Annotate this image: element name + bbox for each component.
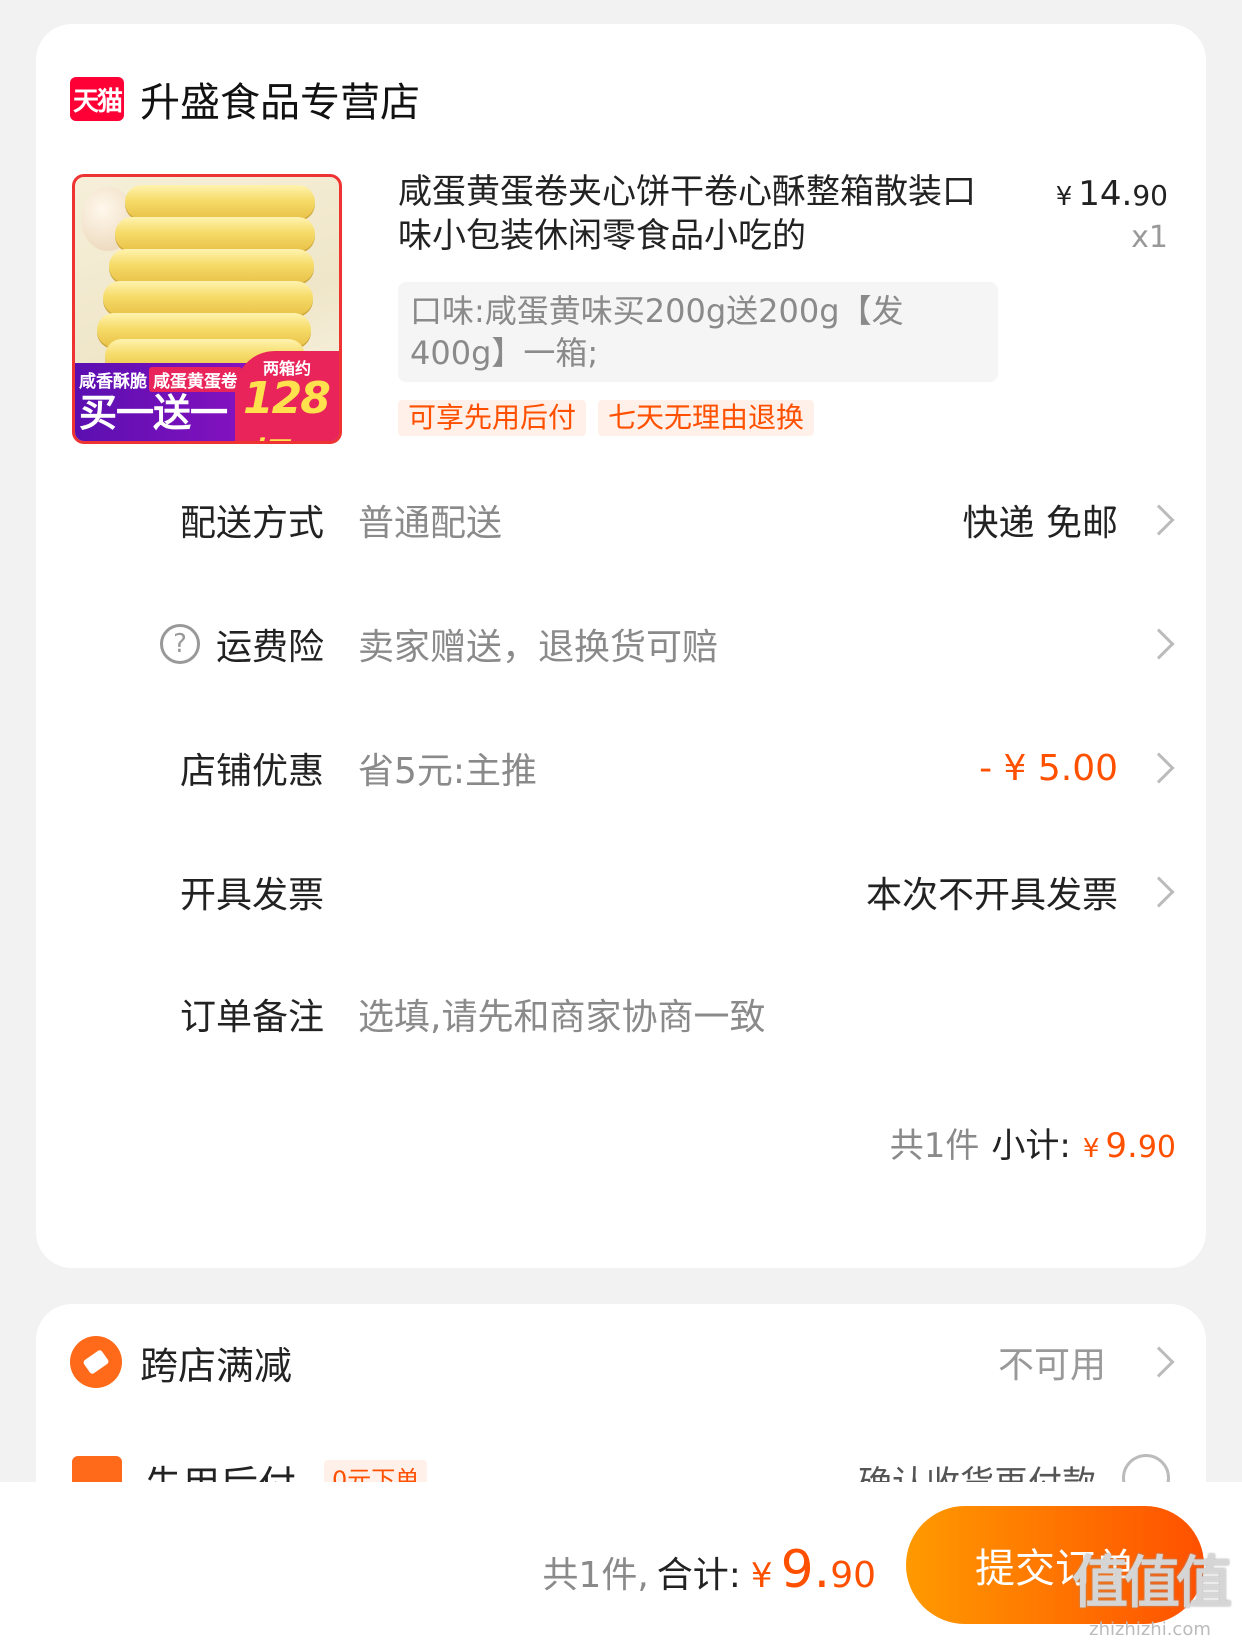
store-name[interactable]: 升盛食品专营店 [140, 70, 420, 128]
badge-number: 128根 [243, 373, 331, 441]
invoice-value: 本次不开具发票 [865, 875, 1118, 916]
tmall-logo: 天猫 [70, 77, 124, 121]
store-header[interactable]: 天猫 升盛食品专营店 [70, 70, 420, 128]
subtotal-count: 共1件 [889, 1126, 980, 1166]
product-thumbnail[interactable]: 咸香酥脆 咸蛋黄蛋卷 买一送一 两箱约 128根 [72, 174, 342, 444]
help-icon[interactable]: ? [159, 624, 200, 664]
price-decimal: 90 [1132, 179, 1168, 212]
discount-value: 省5元:主推 [358, 751, 538, 792]
invoice-label: 开具发票 [179, 875, 324, 916]
subtotal-integer: 9. [1105, 1126, 1138, 1166]
price-integer: 14. [1078, 174, 1133, 214]
delivery-method: 快递 免邮 [962, 503, 1118, 544]
store-discount-row[interactable]: 店铺优惠 省5元:主推 - ¥ 5.00 [36, 738, 1206, 798]
discount-amount: - ¥ 5.00 [979, 747, 1118, 789]
insurance-value: 卖家赠送，退换货可赔 [358, 627, 719, 668]
egg-roll-graphic [125, 185, 315, 219]
note-input[interactable]: 选填,请先和商家协商一致 [358, 988, 765, 1040]
cross-store-label: 跨店满减 [140, 1343, 293, 1388]
egg-roll-graphic [103, 281, 313, 315]
store-subtotal: 共1件 小计: ¥9.90 [890, 1118, 1176, 1167]
service-tags: 可享先用后付 七天无理由退换 [398, 400, 826, 436]
shipping-insurance-row[interactable]: ? 运费险 卖家赠送，退换货可赔 [36, 614, 1206, 674]
chevron-right-icon [1143, 1346, 1175, 1378]
total-count: 共1件, [542, 1555, 649, 1596]
discount-label: 店铺优惠 [179, 751, 324, 792]
egg-roll-graphic [109, 249, 314, 283]
chevron-right-icon [1143, 628, 1175, 660]
delivery-label: 配送方式 [179, 503, 324, 544]
coupon-icon [70, 1336, 122, 1388]
checkout-bar: 共1件, 合计: ¥9.90 提交订单 值值值 zhizhizhi.com [0, 1482, 1242, 1646]
subtotal-label: 小计: [991, 1126, 1071, 1166]
total-decimal: 90 [830, 1555, 876, 1596]
subtotal-decimal: 90 [1137, 1130, 1176, 1165]
watermark-url: zhizhizhi.com [1089, 1619, 1211, 1640]
total-integer: 9. [780, 1540, 831, 1600]
total-amount: ¥9.90 [751, 1540, 876, 1600]
total-currency: ¥ [750, 1556, 773, 1596]
product-title[interactable]: 咸蛋黄蛋卷夹心饼干卷心酥整箱散装口味小包装休闲零食品小吃的 [398, 170, 1008, 258]
chevron-right-icon [1143, 876, 1175, 908]
product-quantity: x1 [1131, 220, 1168, 255]
sku-selector[interactable]: 口味:咸蛋黄味买200g送200g【发400g】一箱; [398, 282, 998, 382]
price-currency: ¥ [1055, 182, 1073, 212]
total-label: 合计: [656, 1555, 741, 1596]
product-price: ¥14.90 [1056, 174, 1168, 214]
delivery-value: 普通配送 [358, 503, 503, 544]
order-note-row: 订单备注 选填,请先和商家协商一致 [36, 984, 1206, 1044]
invoice-row[interactable]: 开具发票 本次不开具发票 [36, 862, 1206, 922]
insurance-label: 运费险 [215, 627, 324, 668]
subtotal-currency: ¥ [1082, 1134, 1100, 1164]
site-watermark: 值值值 zhizhizhi.com [1072, 1538, 1232, 1640]
thumbnail-badge: 两箱约 128根 [235, 351, 339, 441]
delivery-row[interactable]: 配送方式 普通配送 快递 免邮 [36, 490, 1206, 550]
order-total: 共1件, 合计: ¥9.90 [542, 1540, 876, 1600]
chevron-right-icon [1143, 752, 1175, 784]
watermark-logo: 值值值 [1072, 1551, 1232, 1616]
insurance-label-group: ? 运费险 [159, 618, 324, 670]
cross-store-value: 不可用 [997, 1345, 1106, 1386]
banner-big-text: 买一送一 [79, 391, 228, 435]
egg-roll-graphic [115, 217, 315, 251]
chevron-right-icon [1143, 504, 1175, 536]
note-label: 订单备注 [179, 997, 324, 1038]
subtotal-amount: ¥9.90 [1083, 1126, 1176, 1166]
store-card: 天猫 升盛食品专营店 咸香酥脆 咸蛋黄蛋卷 买一送一 两箱约 128根 咸蛋黄蛋… [36, 24, 1206, 1268]
tag-free-return: 七天无理由退换 [598, 400, 815, 436]
tag-pay-later: 可享先用后付 [398, 400, 587, 436]
cross-store-discount-row[interactable]: 跨店满减 不可用 [36, 1332, 1206, 1392]
